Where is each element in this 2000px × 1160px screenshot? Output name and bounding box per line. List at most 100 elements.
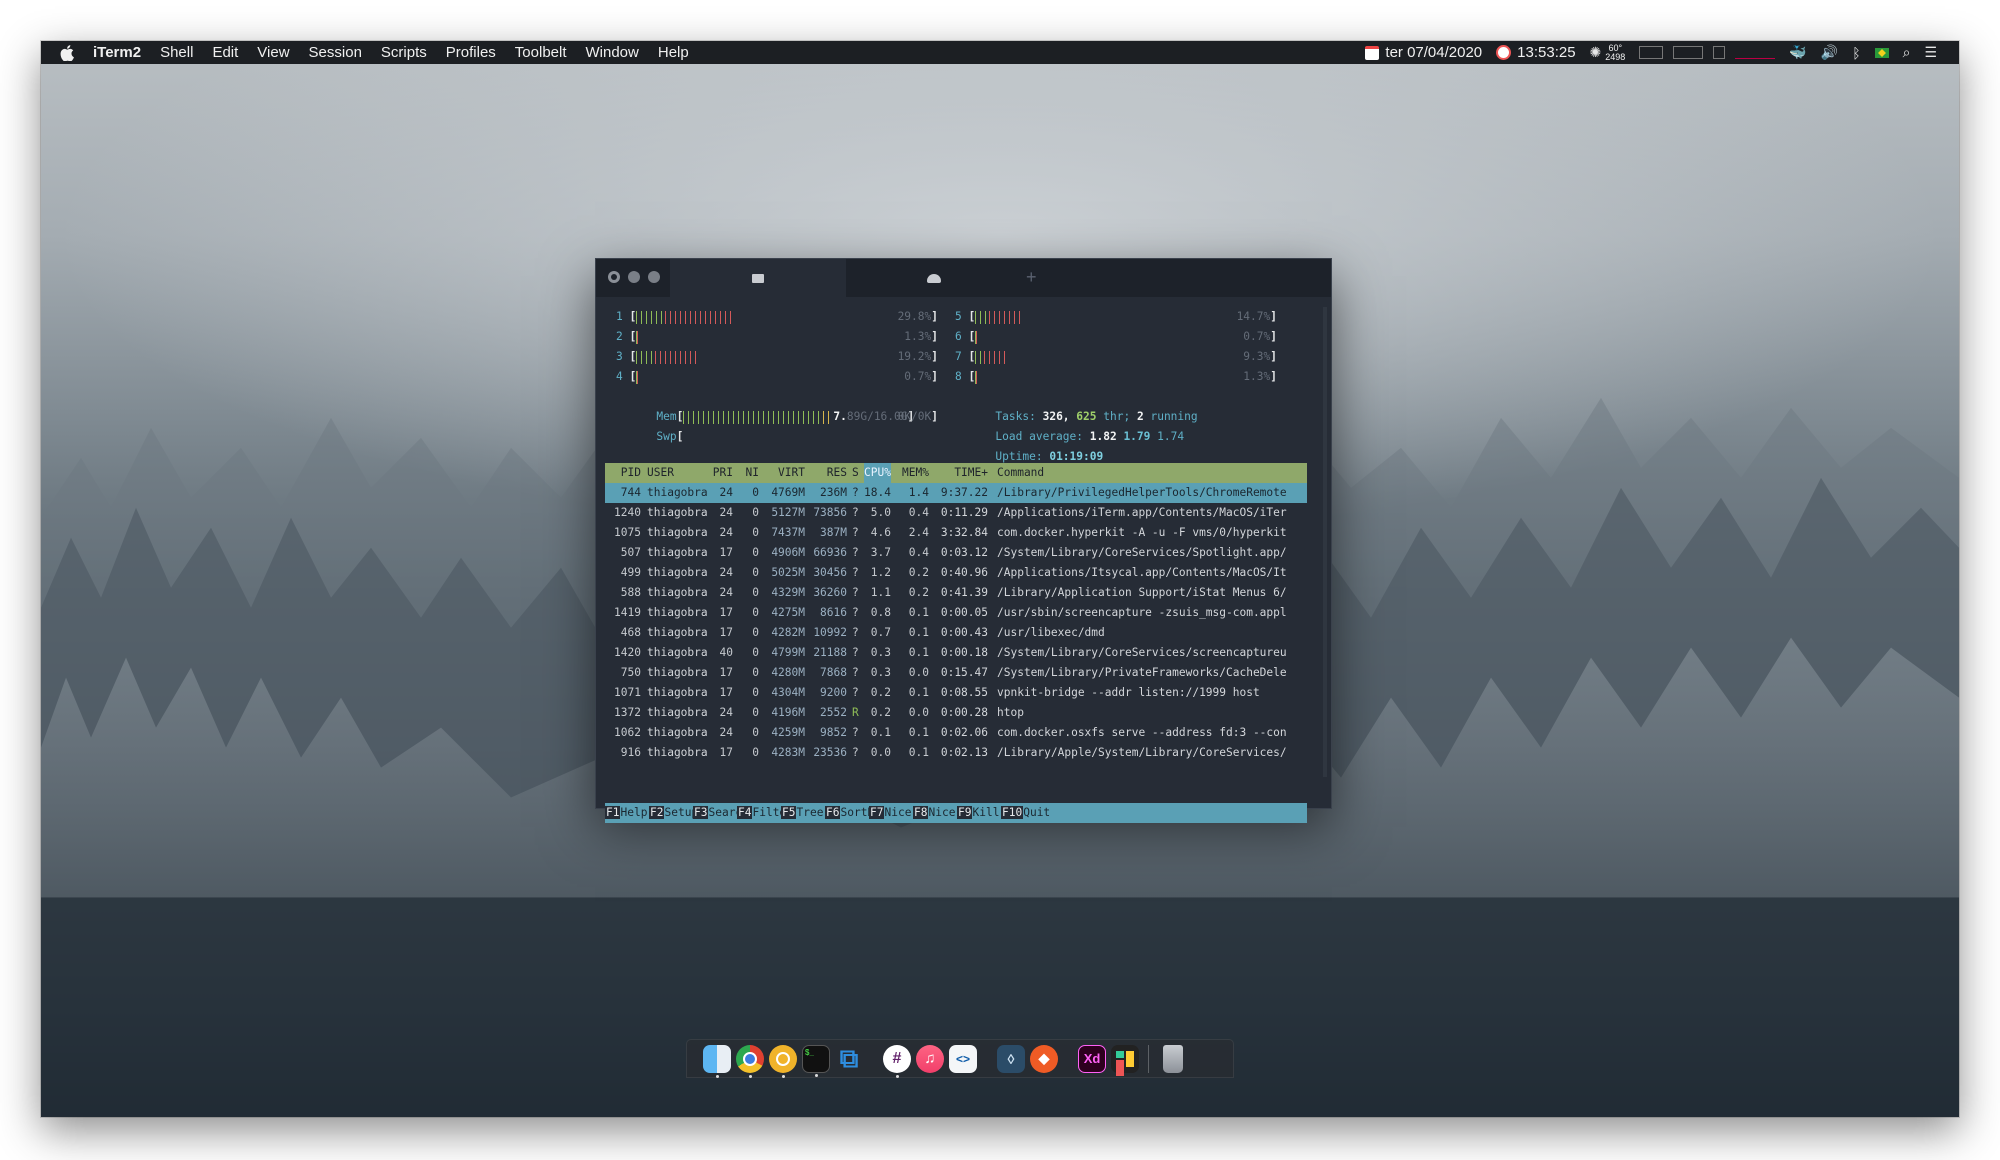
cell-pid: 1062 — [614, 726, 641, 739]
fkey-f5[interactable]: F5Tree — [781, 803, 823, 823]
menu-window[interactable]: Window — [586, 44, 639, 61]
cpu-graph-icon[interactable] — [1639, 46, 1664, 59]
calendar-icon[interactable] — [1365, 45, 1380, 60]
col-user[interactable]: USER — [647, 463, 674, 483]
cell-res: 8616 — [820, 606, 847, 619]
dock-trash[interactable] — [1163, 1044, 1183, 1073]
cell-time: 0:02.13 — [940, 746, 988, 759]
fkey-f1[interactable]: F1Help — [605, 803, 647, 823]
flag-icon[interactable] — [1874, 47, 1889, 58]
process-row[interactable]: 588 thiagobra 24 0 4329M 36260? 1.1 0.2 0:41.39/… — [605, 583, 1307, 603]
network-graph-icon[interactable] — [1735, 46, 1776, 59]
cell-virt: 4799M — [771, 646, 805, 659]
cell-ni: 0 — [752, 506, 759, 519]
cpu-percent: 9.3% — [1243, 350, 1271, 363]
menu-toolbelt[interactable]: Toolbelt — [515, 44, 567, 61]
cell-user: thiagobra — [647, 526, 708, 539]
process-row[interactable]: 750 thiagobra 17 0 4280M 7868? 0.3 0.0 0:15.47/S… — [605, 663, 1307, 683]
dock-music[interactable]: ♫ — [916, 1044, 944, 1073]
col-s[interactable]: S — [852, 463, 859, 483]
swp-label: Swp — [656, 430, 677, 443]
process-row[interactable]: 1071 thiagobra 17 0 4304M 9200? 0.2 0.1 0:08.55 v… — [605, 683, 1307, 703]
menubar-date[interactable]: ter 07/04/2020 — [1385, 44, 1482, 61]
close-button[interactable] — [608, 271, 620, 283]
menu-shell[interactable]: Shell — [160, 44, 193, 61]
menu-help[interactable]: Help — [658, 44, 689, 61]
process-row[interactable]: 1420 thiagobra 40 0 4799M 21188? 0.3 0.1 0:00.18… — [605, 643, 1307, 663]
cpu-meter-1: 1 [29.8%] — [616, 310, 938, 324]
load-15: 1.74 — [1157, 430, 1185, 443]
cell-virt: 4259M — [771, 726, 805, 739]
col-mem[interactable]: MEM% — [891, 463, 929, 483]
process-row[interactable]: 1372 thiagobra 24 0 4196M 2552 R 0.2 0.0 0:00.28 h… — [605, 703, 1307, 723]
scrollbar[interactable] — [1323, 307, 1327, 777]
menu-app-name[interactable]: iTerm2 — [93, 44, 141, 61]
dock-chrome-canary[interactable] — [769, 1044, 797, 1078]
dock-chrome[interactable] — [736, 1044, 764, 1078]
process-row[interactable]: 1075 thiagobra 24 0 7437M 387M? 4.6 2.4 3:32.84 c… — [605, 523, 1307, 543]
zoom-button[interactable] — [648, 271, 660, 283]
menu-session[interactable]: Session — [309, 44, 362, 61]
fkey-f10[interactable]: F10Quit — [1001, 803, 1050, 823]
search-icon[interactable]: ⌕ — [1903, 44, 1911, 61]
cpu-meter-4: 4 [0.7%] — [616, 370, 938, 384]
cell-cpu: 0.0 — [870, 746, 891, 759]
col-time[interactable]: TIME+ — [930, 463, 988, 483]
dock-mysql-workbench[interactable]: ◊ — [997, 1044, 1025, 1073]
tab-docker[interactable] — [846, 259, 1022, 297]
process-row[interactable]: 507 thiagobra 17 0 4906M 66936? 3.7 0.4 0:03.12/… — [605, 543, 1307, 563]
cell-ni: 0 — [752, 626, 759, 639]
menubar-time[interactable]: 13:53:25 — [1517, 44, 1575, 61]
cell-mem: 0.1 — [908, 686, 929, 699]
dock-adobe-xd[interactable]: Xd — [1078, 1044, 1106, 1073]
menu-edit[interactable]: Edit — [212, 44, 238, 61]
fkey-f2[interactable]: F2Setup — [649, 803, 698, 823]
process-row[interactable]: 1419 thiagobra 17 0 4275M 8616? 0.8 0.1 0:00.05/… — [605, 603, 1307, 623]
cell-user: thiagobra — [647, 686, 708, 699]
tab-terminal[interactable] — [670, 259, 846, 297]
sensors-icon[interactable]: ✺ — [1590, 44, 1602, 61]
menu-view[interactable]: View — [257, 44, 289, 61]
fkey-f9[interactable]: F9Kill — [957, 803, 999, 823]
dock-vscode[interactable]: ⧉ — [835, 1043, 863, 1073]
cell-mem: 1.4 — [908, 486, 929, 499]
clock-icon[interactable] — [1496, 45, 1512, 60]
docker-icon[interactable]: 🐳 — [1789, 44, 1806, 61]
cell-ni: 0 — [752, 726, 759, 739]
process-row[interactable]: 916 thiagobra 17 0 4283M 23536? 0.0 0.1 0:02.13/… — [605, 743, 1307, 763]
col-cpu[interactable]: CPU% — [864, 463, 891, 483]
bluetooth-icon[interactable]: ᛒ — [1852, 45, 1860, 61]
process-row[interactable]: 1062 thiagobra 24 0 4259M 9852? 0.1 0.1 0:02.06 c… — [605, 723, 1307, 743]
menu-scripts[interactable]: Scripts — [381, 44, 427, 61]
cell-cpu: 4.6 — [870, 526, 891, 539]
minimize-button[interactable] — [628, 271, 640, 283]
col-res[interactable]: RES — [805, 463, 847, 483]
col-virt[interactable]: VIRT — [759, 463, 805, 483]
dock-other-app[interactable] — [1111, 1044, 1139, 1073]
dock-iterm[interactable]: $_ — [802, 1044, 830, 1077]
process-row[interactable]: 1240 thiagobra 24 0 5127M 73856? 5.0 0.4 0:11.29… — [605, 503, 1307, 523]
dock-slack[interactable]: # — [883, 1044, 911, 1078]
cpu-percent: 1.3% — [1243, 370, 1271, 383]
sensors-readout[interactable]: 60° 2498 — [1605, 43, 1625, 62]
col-ni[interactable]: NI — [733, 463, 759, 483]
cell-cpu: 1.1 — [870, 586, 891, 599]
dock-separator — [1148, 1044, 1149, 1073]
menu-profiles[interactable]: Profiles — [446, 44, 496, 61]
disk-icon[interactable] — [1713, 46, 1726, 59]
dock-postman[interactable]: ◆ — [1030, 1044, 1058, 1073]
col-command[interactable]: Command — [997, 463, 1044, 483]
dock-finder[interactable] — [703, 1044, 731, 1078]
cell-command: vpnkit-bridge --addr listen://1999 host — [997, 686, 1260, 699]
apple-icon[interactable] — [59, 44, 75, 61]
col-pri[interactable]: PRI — [705, 463, 733, 483]
process-row[interactable]: 468 thiagobra 17 0 4282M 10992? 0.7 0.1 0:00.43/… — [605, 623, 1307, 643]
dock-devutils[interactable]: <> — [949, 1044, 977, 1073]
process-row-selected[interactable]: 744 thiagobra 24 0 4769M 236M? 18.4 1.4 9:37.22/… — [605, 483, 1307, 503]
process-row[interactable]: 499 thiagobra 24 0 5025M 30456? 1.2 0.2 0:40.96/… — [605, 563, 1307, 583]
new-tab-button[interactable]: + — [1026, 267, 1037, 288]
list-icon[interactable]: ☰ — [1924, 44, 1937, 61]
col-pid[interactable]: PID — [605, 463, 641, 483]
memory-graph-icon[interactable] — [1673, 46, 1704, 59]
volume-icon[interactable]: 🔊 — [1821, 44, 1838, 61]
